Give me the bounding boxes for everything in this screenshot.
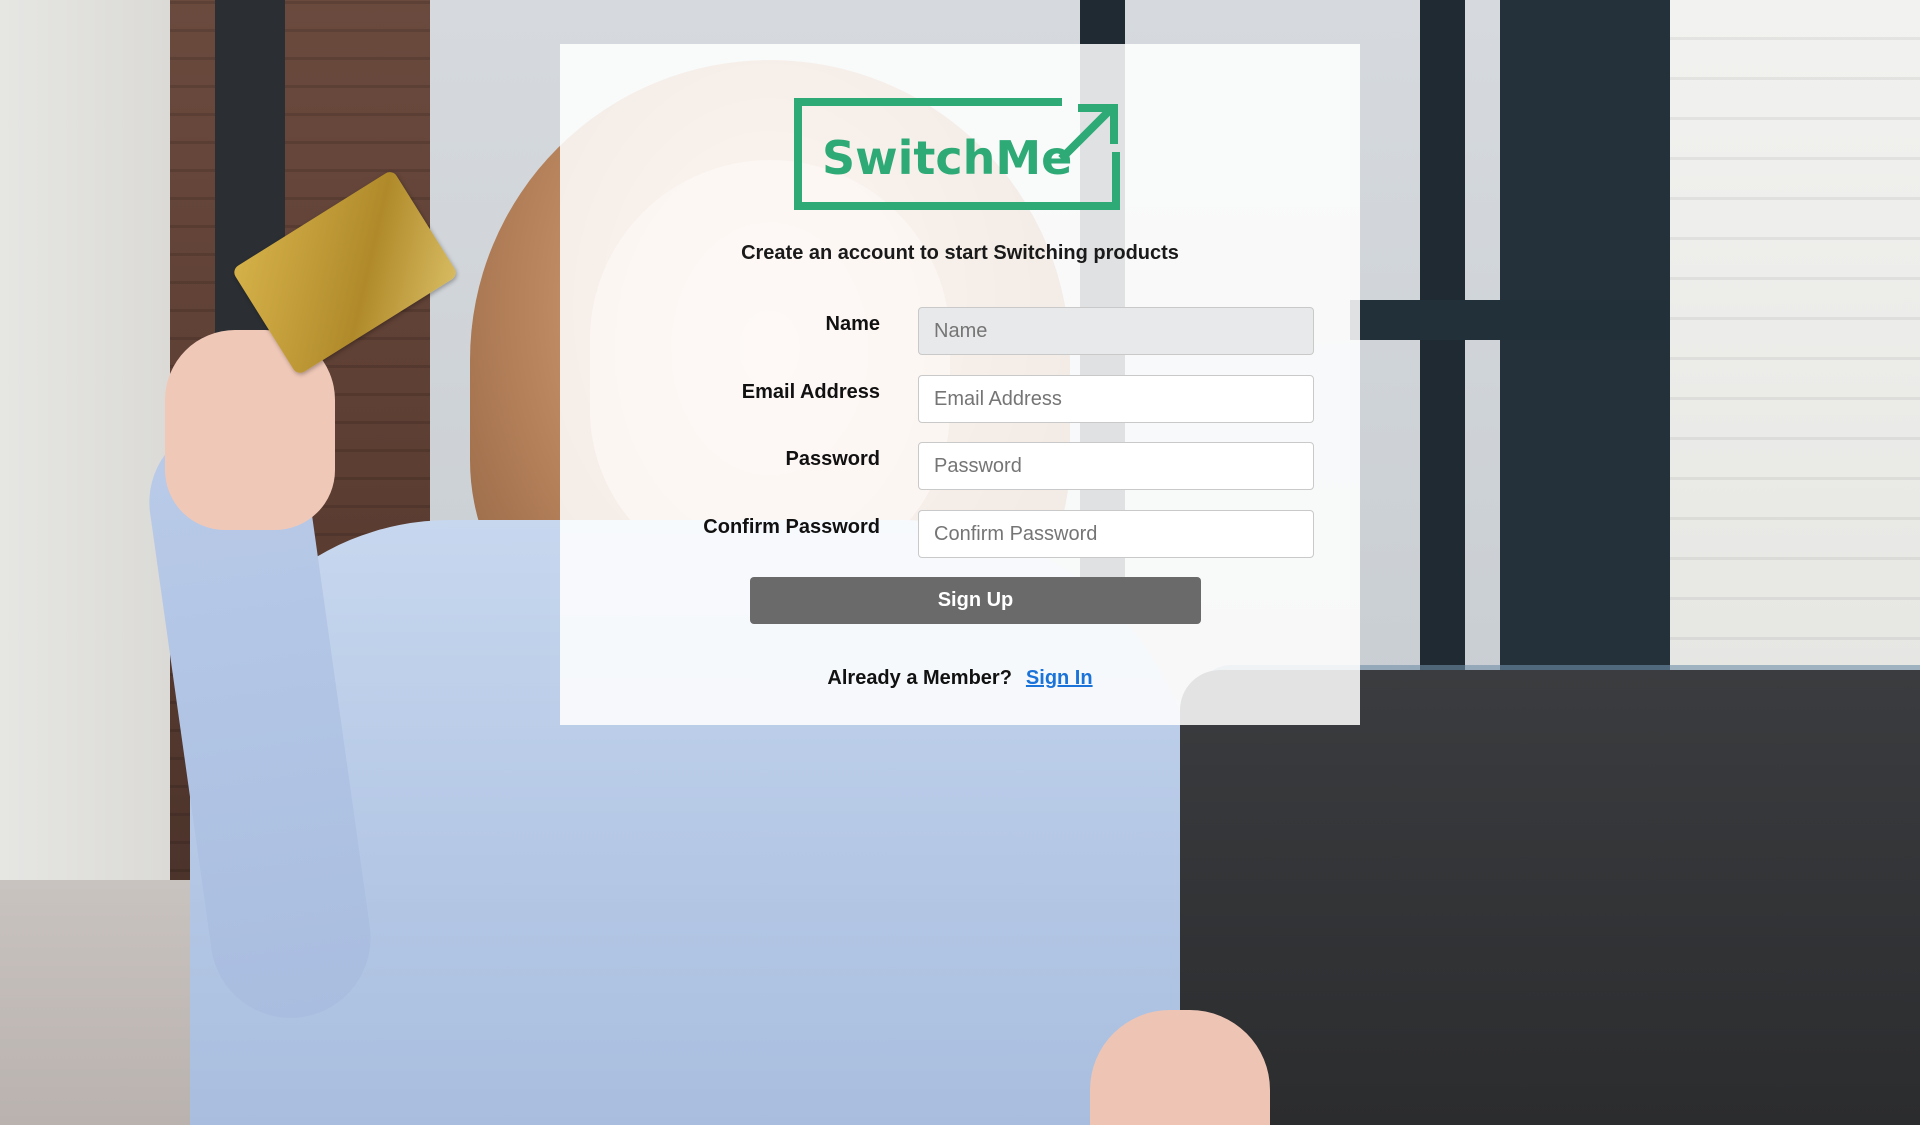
email-label: Email Address	[741, 381, 880, 403]
sign-in-link[interactable]: Sign In	[1026, 667, 1093, 689]
password-label: Password	[785, 448, 880, 470]
name-input[interactable]	[918, 307, 1314, 355]
signup-page: SwitchMe Create an account to start Swit…	[0, 0, 1920, 1125]
email-row: Email Address	[560, 375, 1360, 423]
password-input[interactable]	[918, 442, 1314, 490]
name-row: Name	[560, 307, 1360, 355]
background-window-bar	[1500, 0, 1670, 700]
signup-subtitle: Create an account to start Switching pro…	[741, 242, 1179, 264]
background-window-bar	[1420, 0, 1465, 700]
password-row: Password	[560, 442, 1360, 490]
background-window-bar	[1350, 300, 1670, 340]
switchme-logo-arrow-icon: SwitchMe	[794, 98, 1120, 210]
confirm-password-input[interactable]	[918, 510, 1314, 558]
already-member-row: Already a Member? Sign In	[560, 667, 1360, 690]
email-input[interactable]	[918, 375, 1314, 423]
confirm-password-row: Confirm Password	[560, 510, 1360, 558]
background-white-brick	[1670, 0, 1920, 680]
sign-up-button[interactable]: Sign Up	[750, 577, 1201, 624]
brand-name: SwitchMe	[822, 131, 1072, 185]
name-label: Name	[825, 313, 880, 335]
confirm-password-label: Confirm Password	[703, 516, 880, 538]
already-member-text: Already a Member?	[827, 667, 1012, 689]
background-laptop	[1180, 670, 1920, 1125]
signup-card: SwitchMe Create an account to start Swit…	[560, 44, 1360, 725]
switchme-logo: SwitchMe	[792, 94, 1128, 214]
